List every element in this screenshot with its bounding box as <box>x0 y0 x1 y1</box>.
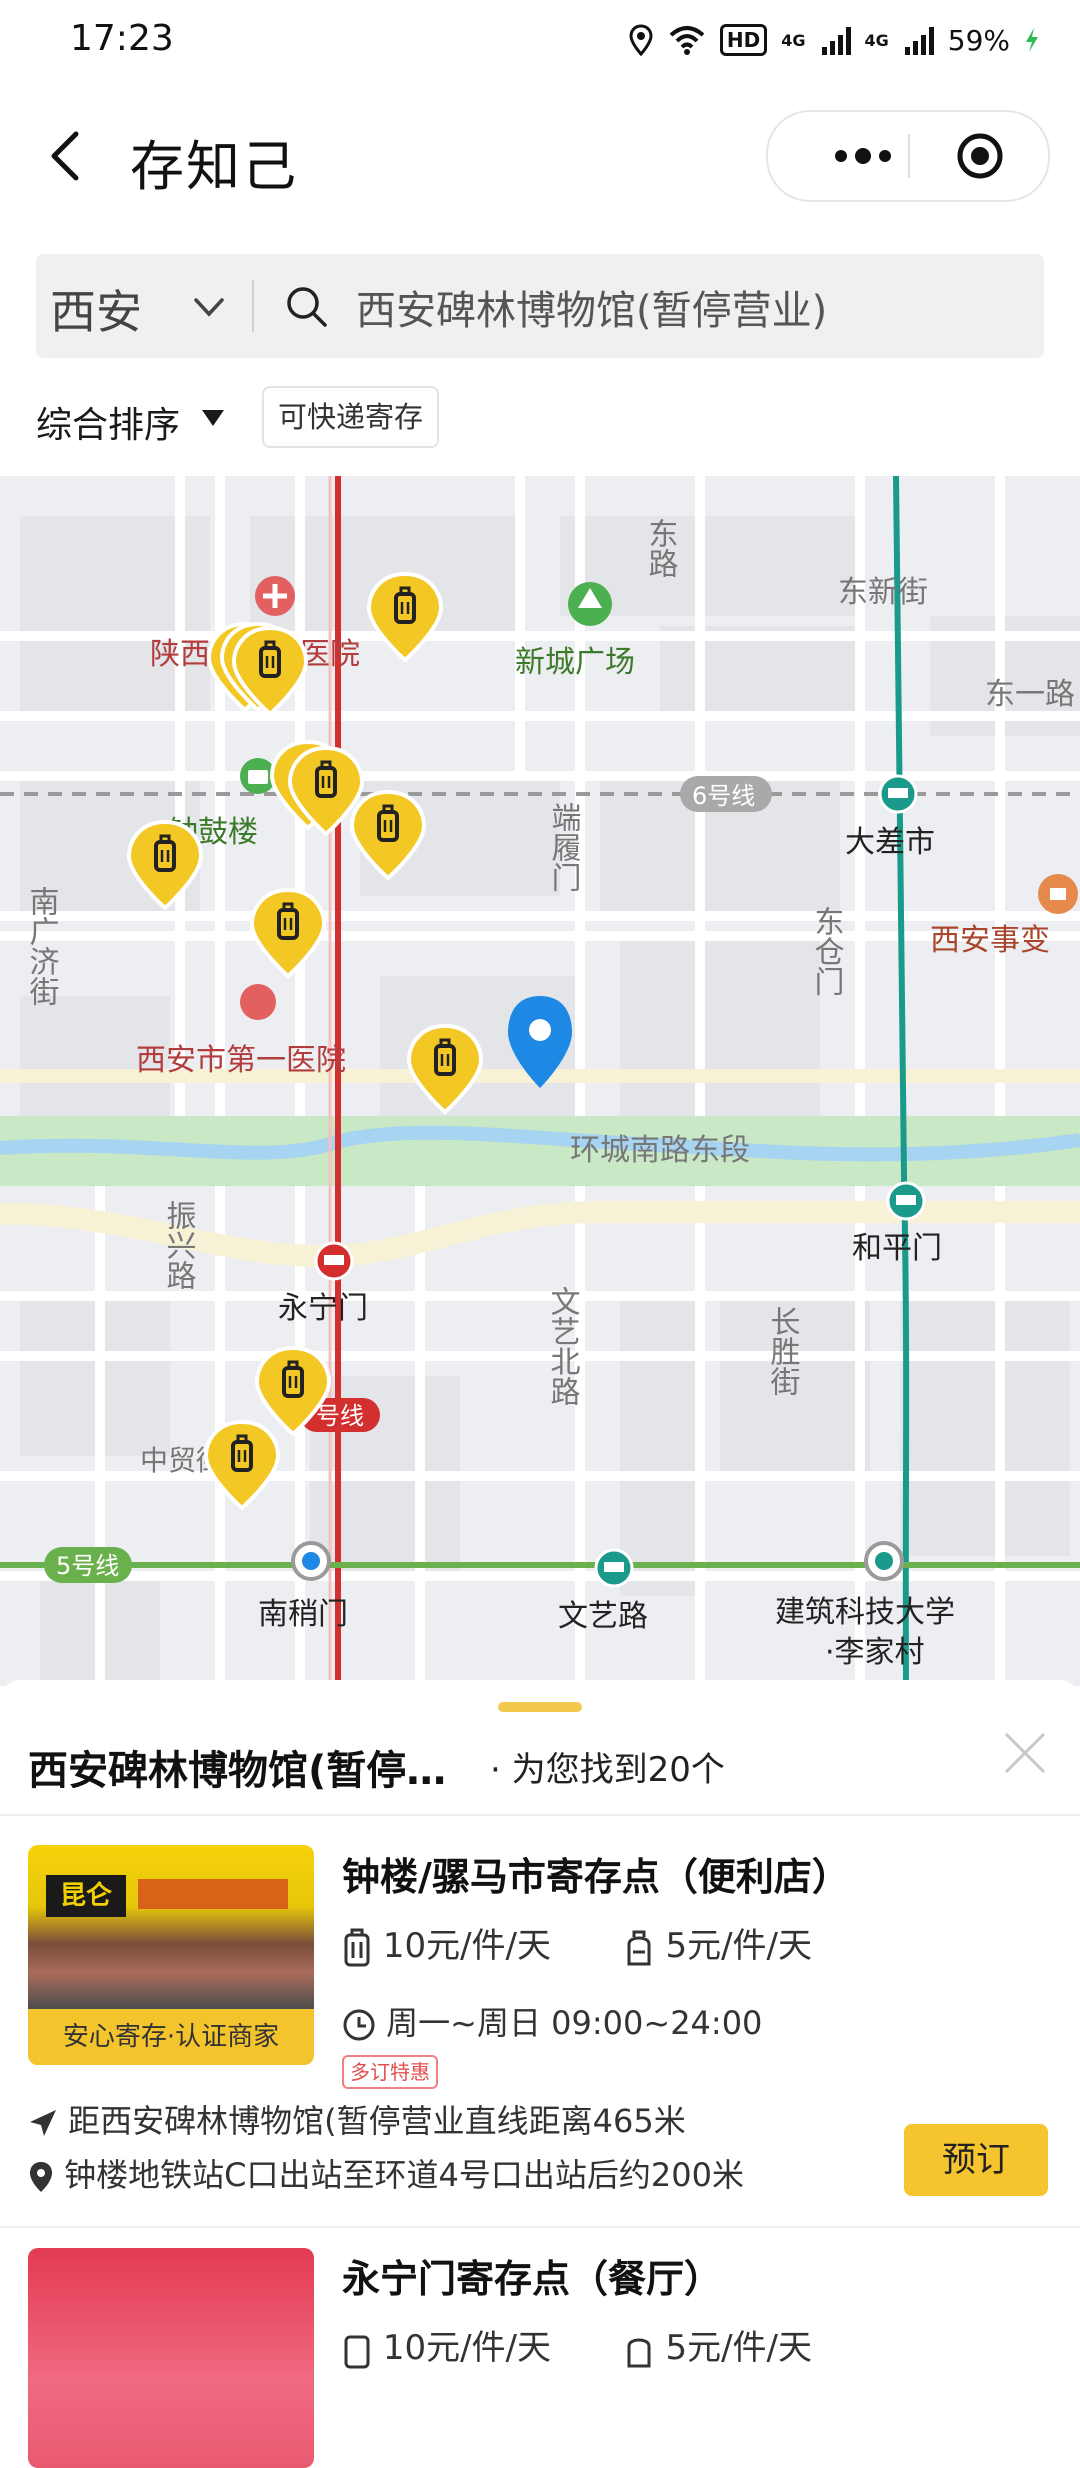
price-row: 10元/件/天 5元/件/天 <box>342 1918 812 1968</box>
express-filter-chip[interactable]: 可快递寄存 <box>262 386 440 448</box>
results-sheet: 西安碑林博物馆(暂停… · 为您找到20个 昆仑 安心寄存·认证商家 钟楼/骡马… <box>0 1680 1080 2468</box>
map-label-huancheng-road: 环城南路东段 <box>570 1133 750 1168</box>
network-label-1: 4G <box>781 30 806 50</box>
page-title: 存知己 <box>130 135 298 198</box>
battery-percent: 59% <box>947 23 1010 57</box>
wifi-icon <box>669 26 705 55</box>
result-count: · 为您找到20个 <box>490 1750 725 1790</box>
map-label-lijiacun: ·李家村 <box>825 1635 925 1670</box>
certified-badge: 安心寄存·认证商家 <box>28 2009 314 2065</box>
store-name[interactable]: 钟楼/骡马市寄存点（便利店） <box>342 1846 850 1901</box>
status-bar: 17:23 HD 4G 4G 59% <box>0 0 1080 80</box>
thumbnail-sign: 昆仑 <box>46 1875 126 1917</box>
directions-row: 钟楼地铁站C口出站至环道4号口出站后约200米 <box>28 2150 744 2196</box>
map-label-xian-first-hospital: 西安市第一医院 <box>136 1043 346 1078</box>
navigation-arrow-icon <box>30 2110 56 2136</box>
map-label-dongcangmen: 东仓门 <box>809 906 845 996</box>
status-time: 17:23 <box>70 18 174 59</box>
item-divider <box>0 2226 1080 2228</box>
price-small-luggage: 5元/件/天 <box>665 1926 812 1966</box>
map-label-road-top: 东路 <box>643 518 678 578</box>
store-thumbnail[interactable]: 昆仑 安心寄存·认证商家 <box>28 1845 314 2065</box>
store-thumbnail-2[interactable] <box>28 2248 314 2468</box>
status-icons: HD 4G 4G 59% <box>628 18 1040 62</box>
line6-badge: 6号线 <box>692 782 755 810</box>
sort-caret-icon[interactable] <box>200 406 226 430</box>
map-label-yongningmen: 永宁门 <box>278 1291 368 1326</box>
nav-bar: 存知己 <box>0 80 1080 230</box>
book-button[interactable]: 预订 <box>904 2124 1048 2196</box>
clock-icon <box>343 2009 375 2041</box>
price-large-luggage-2: 10元/件/天 <box>382 2328 551 2368</box>
chevron-down-icon[interactable] <box>192 290 226 324</box>
hd-badge: HD <box>719 24 768 56</box>
location-icon <box>629 24 653 56</box>
map-label-duanlumen: 端履门 <box>546 802 582 892</box>
station-dachashi-icon[interactable] <box>878 774 918 814</box>
map-label-jianzhu-univ: 建筑科技大学 <box>775 1595 955 1630</box>
sheet-title: 西安碑林博物馆(暂停… <box>28 1748 447 1794</box>
back-arrow-icon[interactable] <box>40 126 96 186</box>
search-icon <box>287 287 327 327</box>
line2-badge: 号线 <box>316 1402 364 1430</box>
close-miniprogram-icon[interactable] <box>956 132 1004 180</box>
sheet-drag-handle[interactable] <box>498 1702 582 1712</box>
search-input[interactable]: 西安碑林博物馆(暂停营业) <box>356 278 827 336</box>
hours-text: 周一~周日 09:00~24:00 <box>386 2004 763 2042</box>
price-large-luggage: 10元/件/天 <box>382 1926 551 1966</box>
map-label-wenyilu: 文艺路 <box>558 1599 648 1634</box>
search-bar: 西安 西安碑林博物馆(暂停营业) <box>36 254 1044 358</box>
price-row-2: 10元/件/天 5元/件/天 <box>342 2320 812 2370</box>
hospital-2-icon <box>240 984 276 1020</box>
station-jianzhu-icon[interactable] <box>864 1541 904 1581</box>
charging-icon <box>1026 28 1038 52</box>
map-label-dongyi-road: 东一路 <box>985 677 1075 712</box>
large-luggage-icon <box>344 1928 370 1966</box>
miniprogram-capsule <box>766 110 1050 202</box>
map-view[interactable]: 东路 陕西省中医医院 新城广场 东新街 东一路 大差市 钟鼓楼 端履门 东仓门 … <box>0 476 1080 1686</box>
sort-dropdown[interactable]: 综合排序 <box>36 396 180 448</box>
large-luggage-icon-2 <box>344 2335 370 2368</box>
map-label-changsheng: 长胜街 <box>765 1306 801 1396</box>
map-label-dachashi: 大差市 <box>845 825 935 860</box>
station-wenyilu-icon[interactable] <box>594 1548 634 1588</box>
station-hepingmen-icon[interactable] <box>886 1181 926 1221</box>
more-icon[interactable] <box>808 136 918 176</box>
station-nanshaomen-icon[interactable] <box>291 1541 331 1581</box>
map-label-nanguangji: 南广济街 <box>24 886 60 1006</box>
backpack-icon-2 <box>627 2338 651 2367</box>
hospital-icon <box>255 576 295 616</box>
directions-text: 钟楼地铁站C口出站至环道4号口出站后约200米 <box>64 2156 744 2194</box>
map-label-wenyi-north: 文艺北路 <box>545 1286 580 1406</box>
map-label-nanshaomen: 南稍门 <box>258 1597 348 1632</box>
distance-row: 距西安碑林博物馆(暂停营业直线距离465米 <box>28 2096 686 2142</box>
park-icon <box>568 582 612 626</box>
promo-tag: 多订特惠 <box>342 2055 438 2089</box>
city-selector[interactable]: 西安 <box>50 276 142 342</box>
thumbnail-sign-stripe <box>138 1879 288 1909</box>
signal-icon-1 <box>821 25 851 55</box>
opening-hours: 周一~周日 09:00~24:00 <box>342 1998 762 2044</box>
map-label-dongxin-street: 东新街 <box>838 575 928 610</box>
capsule-divider <box>908 134 910 178</box>
map-label-hepingmen: 和平门 <box>852 1231 942 1266</box>
poi-xian-incident-icon <box>1038 874 1078 914</box>
station-yongningmen-icon[interactable] <box>314 1241 354 1281</box>
map-label-xian-incident: 西安事变 <box>930 923 1050 958</box>
network-label-2: 4G <box>864 30 889 50</box>
price-small-luggage-2: 5元/件/天 <box>665 2328 812 2368</box>
signal-icon-2 <box>904 25 934 55</box>
map-label-xincheng-square: 新城广场 <box>515 645 635 680</box>
map-label-zhenxing-road: 振兴路 <box>161 1200 196 1290</box>
location-marker-icon <box>30 2162 52 2192</box>
store-name-2[interactable]: 永宁门寄存点（餐厅） <box>342 2248 722 2303</box>
backpack-icon <box>627 1930 651 1965</box>
search-divider <box>252 280 254 332</box>
distance-text: 距西安碑林博物馆(暂停营业直线距离465米 <box>68 2102 686 2140</box>
line5-badge: 5号线 <box>56 1552 119 1580</box>
close-icon[interactable] <box>1000 1728 1050 1778</box>
sheet-divider <box>0 1814 1080 1816</box>
